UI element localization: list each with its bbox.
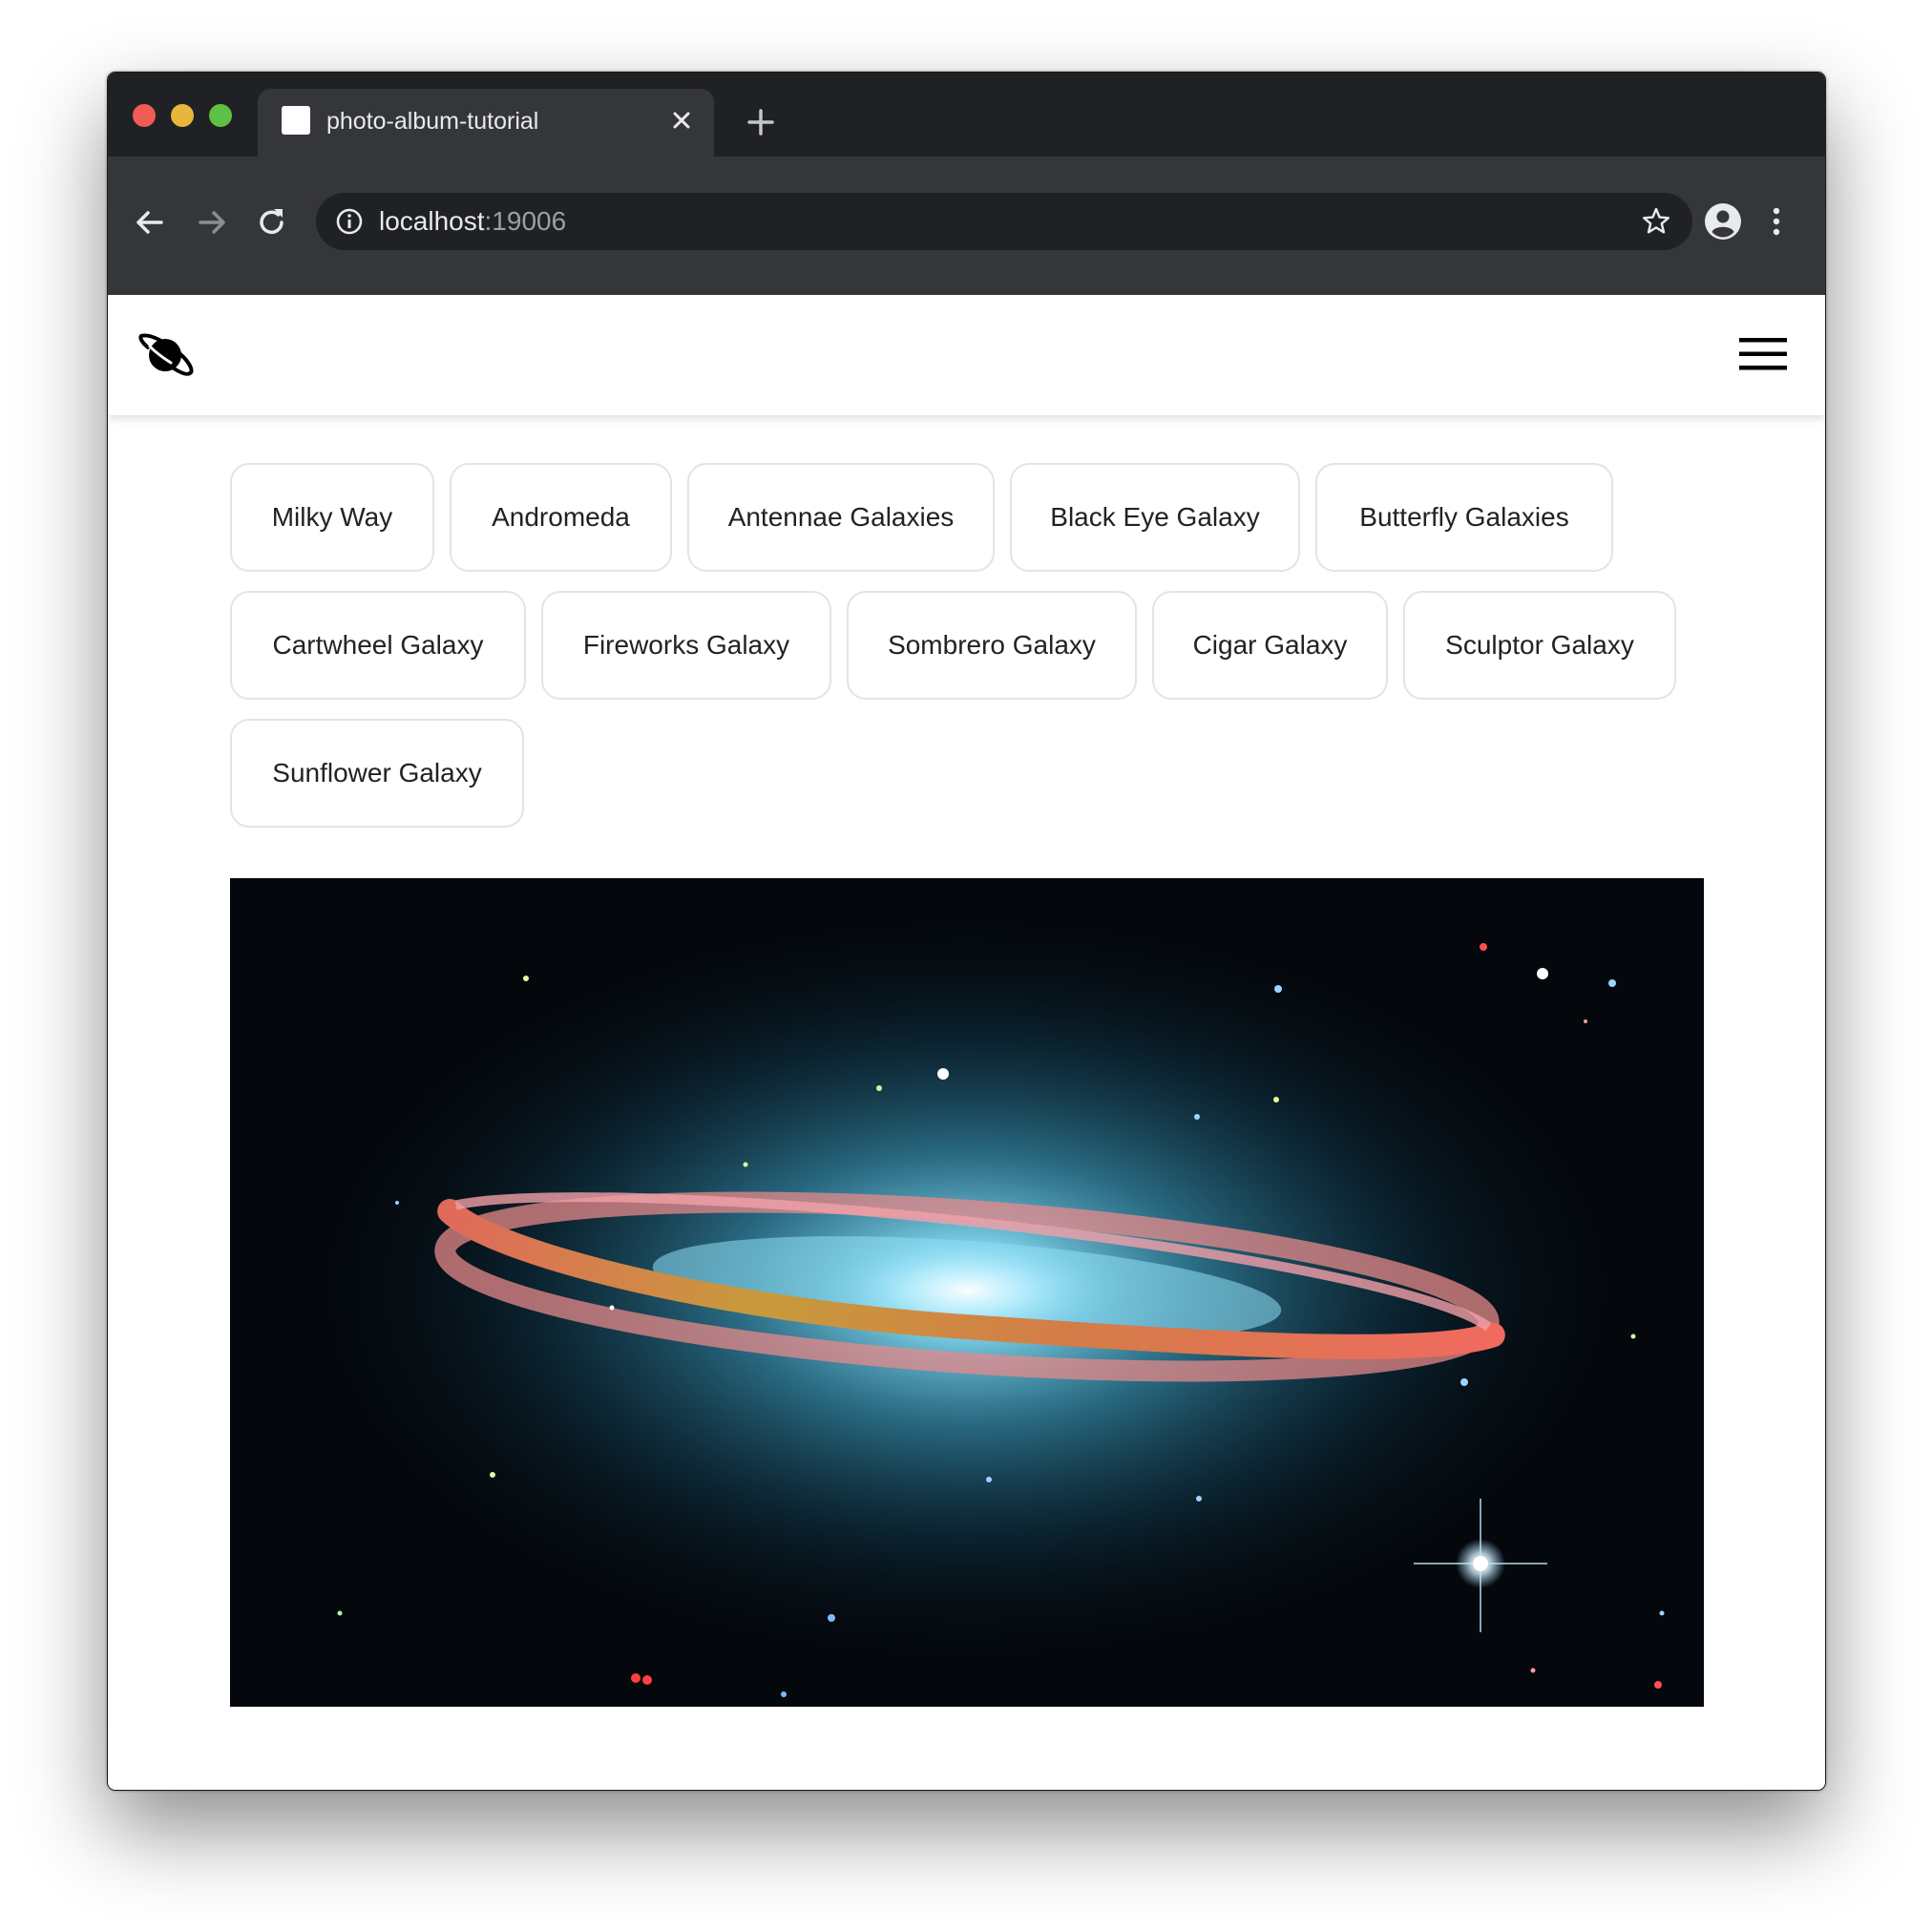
galaxy-button-cartwheel[interactable]: Cartwheel Galaxy <box>230 591 526 700</box>
galaxy-button-antennae[interactable]: Antennae Galaxies <box>687 463 995 572</box>
zoom-window-button[interactable] <box>209 104 232 127</box>
galaxy-button-butterfly[interactable]: Butterfly Galaxies <box>1315 463 1613 572</box>
browser-tab[interactable]: photo-album-tutorial <box>258 89 714 157</box>
back-arrow-icon[interactable] <box>132 204 168 241</box>
tab-strip: photo-album-tutorial <box>108 73 1825 157</box>
favicon-icon <box>282 106 310 135</box>
page-content: Milky Way Andromeda Antennae Galaxies Bl… <box>108 295 1825 1790</box>
bookmark-star-icon[interactable] <box>1641 206 1671 237</box>
browser-menu-icon[interactable] <box>1767 202 1786 241</box>
url-host: localhost <box>379 206 485 236</box>
screenshot-stage: photo-album-tutorial localhost:19006 Mil… <box>0 0 1932 1932</box>
hamburger-icon[interactable] <box>1739 338 1787 370</box>
profile-avatar-icon[interactable] <box>1704 202 1742 241</box>
tab-close-icon[interactable] <box>666 105 697 136</box>
reload-icon[interactable] <box>254 204 290 241</box>
galaxy-button-cigar[interactable]: Cigar Galaxy <box>1152 591 1388 700</box>
galaxy-button-sunflower[interactable]: Sunflower Galaxy <box>230 719 524 828</box>
tab-title: photo-album-tutorial <box>326 108 539 135</box>
galaxy-button-black-eye[interactable]: Black Eye Galaxy <box>1010 463 1300 572</box>
url-port: :19006 <box>484 206 567 236</box>
galaxy-button-milky-way[interactable]: Milky Way <box>230 463 434 572</box>
new-tab-icon[interactable] <box>744 105 778 139</box>
app-header <box>108 295 1825 415</box>
minimize-window-button[interactable] <box>171 104 194 127</box>
close-window-button[interactable] <box>133 104 156 127</box>
galaxy-button-sombrero[interactable]: Sombrero Galaxy <box>847 591 1137 700</box>
galaxy-button-fireworks[interactable]: Fireworks Galaxy <box>541 591 831 700</box>
galaxy-button-andromeda[interactable]: Andromeda <box>450 463 672 572</box>
url-text[interactable]: localhost:19006 <box>379 205 566 238</box>
address-bar[interactable]: localhost:19006 <box>316 193 1692 250</box>
galaxy-button-sculptor[interactable]: Sculptor Galaxy <box>1403 591 1676 700</box>
planet-icon[interactable] <box>138 331 194 379</box>
browser-window: photo-album-tutorial localhost:19006 Mil… <box>107 72 1826 1791</box>
galaxy-photo <box>230 878 1704 1707</box>
browser-toolbar: localhost:19006 <box>108 157 1825 295</box>
forward-arrow-icon[interactable] <box>194 204 230 241</box>
site-info-icon[interactable] <box>335 207 364 236</box>
